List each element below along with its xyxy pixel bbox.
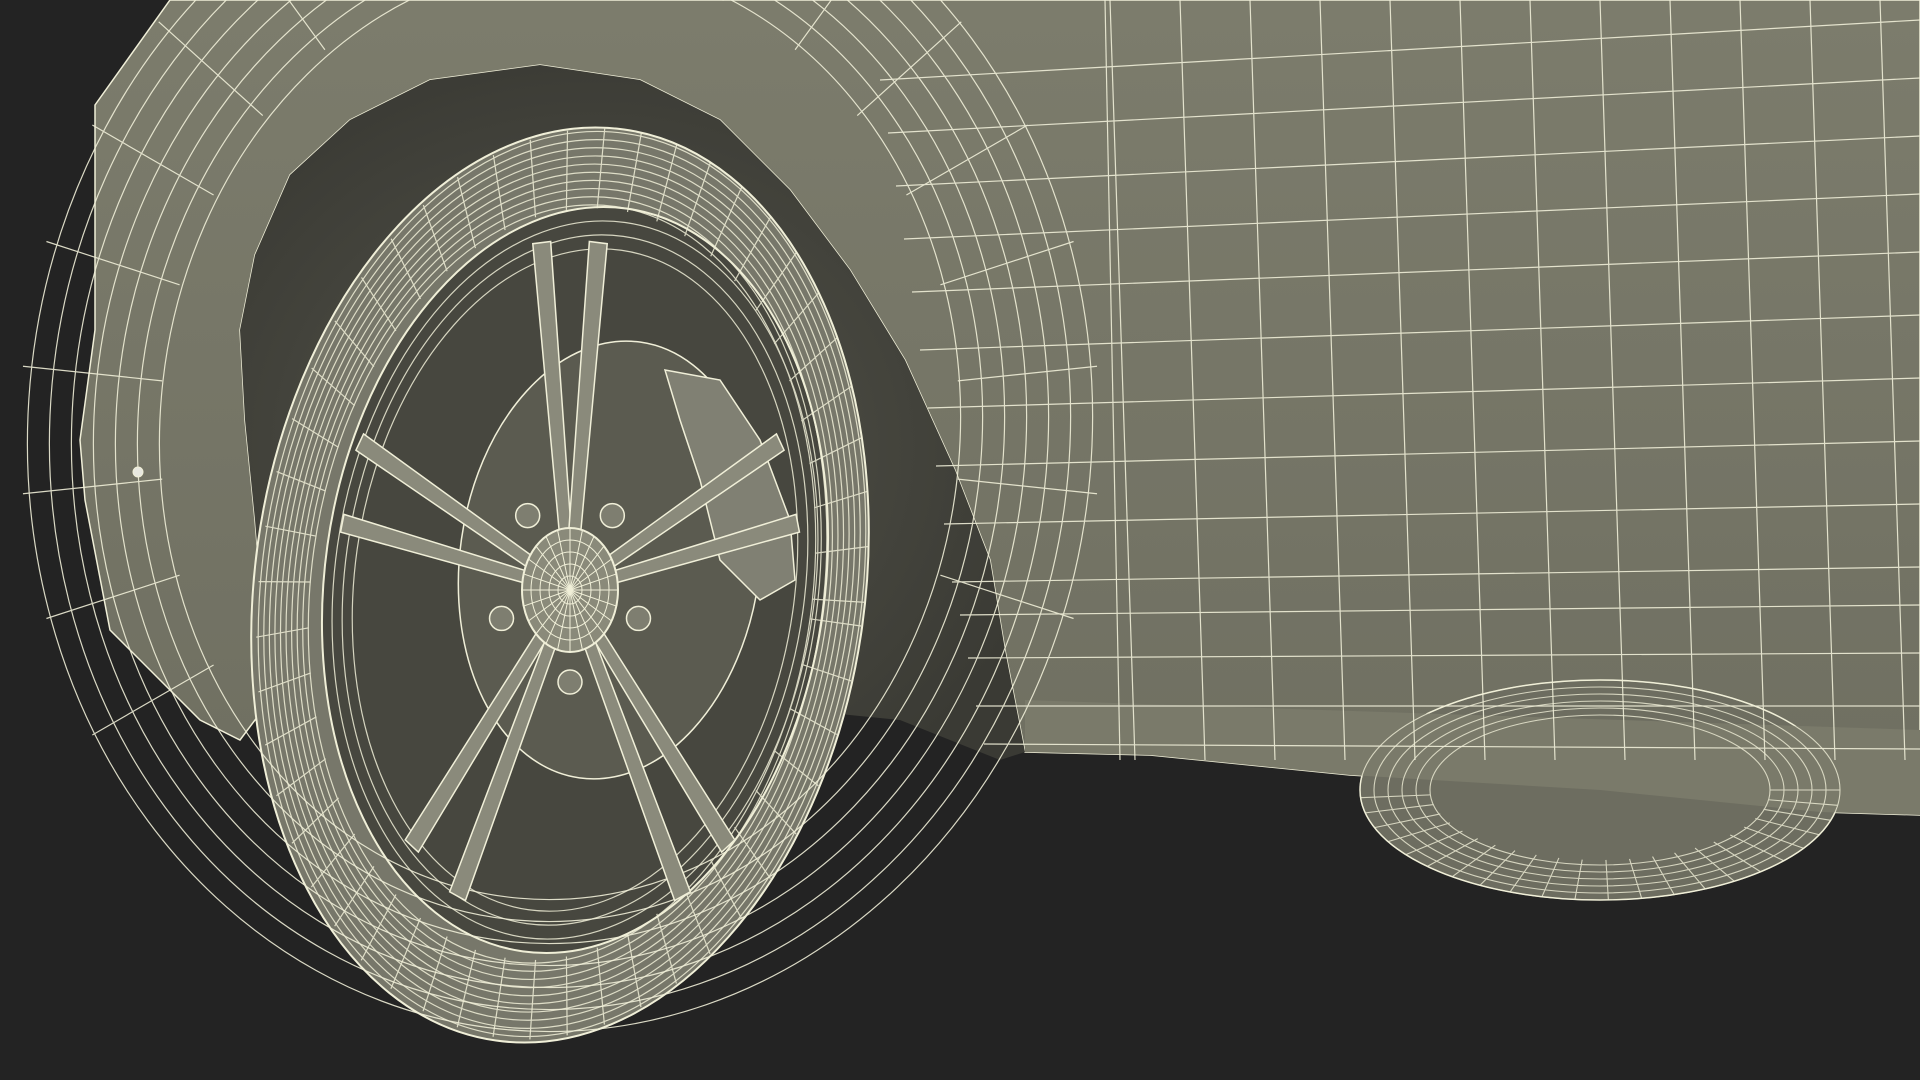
lug-nut [557,669,583,695]
lug-nut [514,502,541,529]
tire-edge [565,956,568,1036]
side-marker-light [132,466,144,478]
lug-nut [625,605,652,632]
3d-viewport[interactable] [0,0,1920,1080]
hub-wireframe [522,528,618,652]
wireframe-scene [22,0,1920,1044]
lug-nut [488,605,515,632]
lug-nut [599,502,626,529]
